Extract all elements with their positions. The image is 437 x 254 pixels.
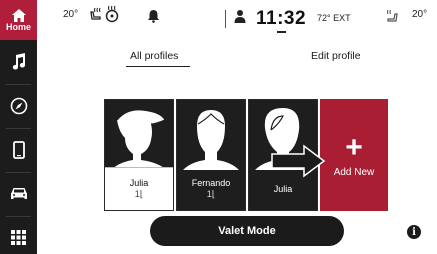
uconnect-screen: Home 20° 11:32 72° EXT 20° All profiles …	[0, 0, 437, 254]
sidebar-item-phone[interactable]	[0, 132, 37, 168]
active-tab-indicator	[126, 66, 190, 67]
profile-card[interactable]: Julia 1⌊	[104, 99, 174, 211]
sidebar-divider	[6, 216, 31, 217]
profile-card[interactable]: Fernando 1⌊	[176, 99, 246, 211]
passenger-heated-seat-icon[interactable]	[385, 9, 400, 23]
info-button[interactable]: i	[407, 225, 421, 239]
status-divider	[225, 10, 226, 28]
sidebar-item-vehicle[interactable]	[0, 176, 37, 212]
sidebar-item-apps[interactable]	[0, 220, 37, 254]
apps-grid-icon	[11, 229, 26, 245]
heated-seat-icon[interactable]	[88, 6, 103, 22]
profile-name: Fernando	[191, 178, 231, 188]
passenger-temp[interactable]: 20°	[412, 9, 427, 20]
user-profile-icon[interactable]	[234, 9, 246, 23]
plus-icon: +	[345, 130, 363, 164]
sidebar-item-media[interactable]	[0, 44, 37, 80]
profile-label-area: Fernando 1⌊	[177, 168, 245, 210]
add-new-label: Add New	[333, 166, 375, 178]
compass-icon	[10, 97, 27, 115]
heated-steering-wheel-icon[interactable]	[104, 5, 120, 23]
profile-label-area: Julia 1⌊	[105, 167, 173, 210]
clock-underline	[277, 31, 286, 33]
valet-mode-button[interactable]: Valet Mode	[150, 216, 344, 246]
sidebar-item-home-label: Home	[5, 21, 31, 32]
sidebar-divider	[6, 84, 31, 85]
clock: 11:32	[256, 8, 307, 29]
profile-name: Julia	[129, 178, 149, 188]
pointer-arrow-icon	[271, 144, 326, 178]
sidebar-item-navigation[interactable]	[0, 88, 37, 124]
sidebar-item-home[interactable]: Home	[0, 0, 37, 40]
sidebar: Home	[0, 0, 37, 254]
seat-memory-indicator: 1⌊	[135, 189, 144, 200]
valet-mode-label: Valet Mode	[218, 225, 276, 237]
info-icon: i	[412, 226, 416, 238]
phone-icon	[12, 141, 25, 159]
notification-bell-icon[interactable]	[147, 9, 160, 23]
car-icon	[10, 188, 27, 199]
sidebar-divider	[6, 128, 31, 129]
music-note-icon	[12, 53, 25, 70]
status-bar: 20° 11:32 72° EXT 20°	[37, 0, 437, 38]
driver-temp[interactable]: 20°	[63, 9, 78, 20]
tab-all-profiles[interactable]: All profiles	[130, 50, 178, 62]
profile-avatar-icon	[111, 109, 167, 170]
seat-icon: ⌊	[211, 189, 216, 199]
exterior-temp: 72° EXT	[317, 13, 351, 23]
sidebar-divider	[6, 172, 31, 173]
profile-name: Julia	[273, 184, 293, 194]
tab-edit-profile[interactable]: Edit profile	[311, 50, 361, 62]
home-icon	[11, 8, 26, 22]
add-new-profile-button[interactable]: + Add New	[320, 99, 388, 211]
profile-avatar-icon	[183, 110, 239, 170]
seat-memory-indicator: 1⌊	[207, 189, 216, 200]
seat-icon: ⌊	[139, 189, 144, 199]
